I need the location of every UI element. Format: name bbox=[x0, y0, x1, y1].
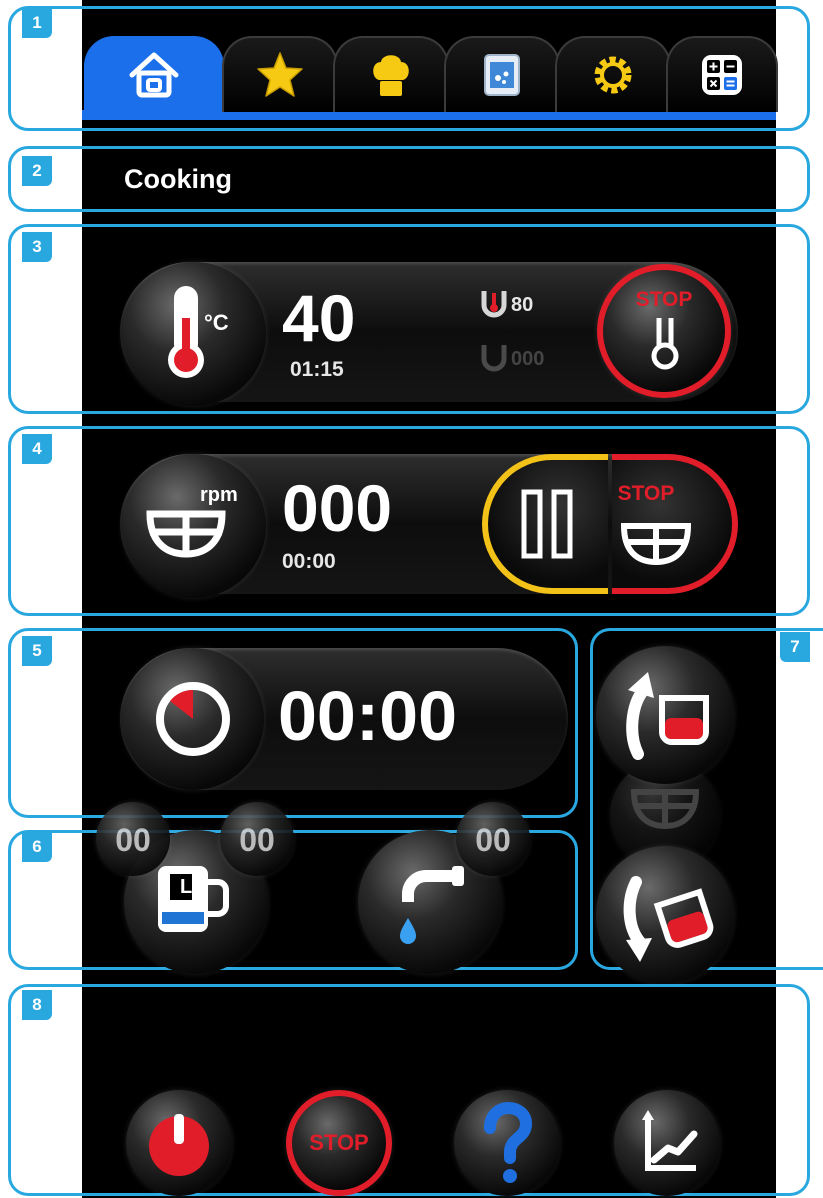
jug-label: L bbox=[180, 876, 193, 898]
liters-count-badge: 00 bbox=[96, 802, 170, 876]
temperature-time: 01:15 bbox=[290, 358, 344, 381]
pause-icon bbox=[521, 489, 573, 559]
tab-chef[interactable] bbox=[333, 36, 449, 112]
chef-hat-icon bbox=[373, 55, 409, 96]
probe2-value: 000 bbox=[511, 348, 545, 370]
tilt-down-icon bbox=[623, 876, 714, 962]
home-icon bbox=[129, 52, 179, 98]
star-icon bbox=[257, 52, 303, 97]
frame-label-6: 6 bbox=[22, 832, 52, 862]
timer-value: 00:00 bbox=[278, 677, 458, 755]
power-icon bbox=[149, 1114, 209, 1176]
recipe-image-icon bbox=[484, 54, 520, 96]
tab-calculator[interactable] bbox=[666, 36, 778, 112]
tab-home[interactable] bbox=[84, 36, 224, 112]
tab-favorites[interactable] bbox=[222, 36, 338, 112]
gear-icon bbox=[594, 56, 632, 94]
page-title: Cooking bbox=[124, 164, 232, 194]
mixer-stop-blade-icon bbox=[620, 523, 692, 566]
probe-value: 80 bbox=[511, 294, 534, 316]
power-button[interactable] bbox=[126, 1090, 232, 1196]
timer-button[interactable] bbox=[122, 648, 264, 790]
frame-label-4: 4 bbox=[22, 434, 52, 464]
temperature-unit: °C bbox=[204, 310, 229, 335]
stop-all-button[interactable]: STOP bbox=[286, 1090, 392, 1196]
liters-sub: 00 bbox=[239, 822, 275, 858]
water-count: 00 bbox=[475, 822, 511, 858]
water-count-badge: 00 bbox=[456, 802, 530, 876]
frame-label-2: 2 bbox=[22, 156, 52, 186]
mixer-blade-icon bbox=[146, 510, 226, 558]
question-mark-icon bbox=[484, 1101, 533, 1183]
temperature-value: 40 bbox=[282, 281, 356, 355]
mixer-time: 00:00 bbox=[282, 550, 336, 573]
water-tap-icon bbox=[400, 866, 464, 944]
tilt-down-button[interactable] bbox=[596, 846, 734, 984]
frame-label-5: 5 bbox=[22, 636, 52, 666]
thermometer-icon bbox=[168, 286, 204, 378]
mixer-blade-dim-icon bbox=[630, 789, 700, 830]
tab-settings[interactable] bbox=[555, 36, 671, 112]
temperature-stop-label: STOP bbox=[635, 288, 693, 311]
frame-label-3: 3 bbox=[22, 232, 52, 262]
frame-label-8: 8 bbox=[22, 990, 52, 1020]
probe-icon bbox=[481, 291, 507, 318]
tilt-up-button[interactable] bbox=[596, 646, 734, 784]
help-button[interactable] bbox=[454, 1090, 560, 1196]
measuring-jug-icon bbox=[158, 866, 229, 932]
chart-button[interactable] bbox=[614, 1090, 720, 1196]
temperature-button[interactable]: °C bbox=[122, 262, 266, 406]
frame-label-1: 1 bbox=[22, 8, 52, 38]
stop-all-label: STOP bbox=[309, 1130, 369, 1155]
chart-icon bbox=[642, 1110, 698, 1171]
temperature-stop-button[interactable]: STOP bbox=[597, 264, 731, 398]
timer-icon bbox=[156, 682, 230, 756]
probe-inactive-icon bbox=[481, 345, 507, 372]
mixer-speed-value: 000 bbox=[282, 471, 393, 545]
mixer-speed-button[interactable]: rpm bbox=[122, 454, 266, 598]
tilt-up-icon bbox=[626, 672, 709, 760]
mixer-stop-label: STOP bbox=[617, 482, 675, 505]
calculator-icon bbox=[702, 55, 742, 95]
liters-sub-badge: 00 bbox=[220, 802, 294, 876]
frame-label-7: 7 bbox=[780, 632, 810, 662]
probe-heat-icon bbox=[651, 318, 679, 370]
liters-count: 00 bbox=[115, 822, 151, 858]
tab-recipes[interactable] bbox=[444, 36, 560, 112]
